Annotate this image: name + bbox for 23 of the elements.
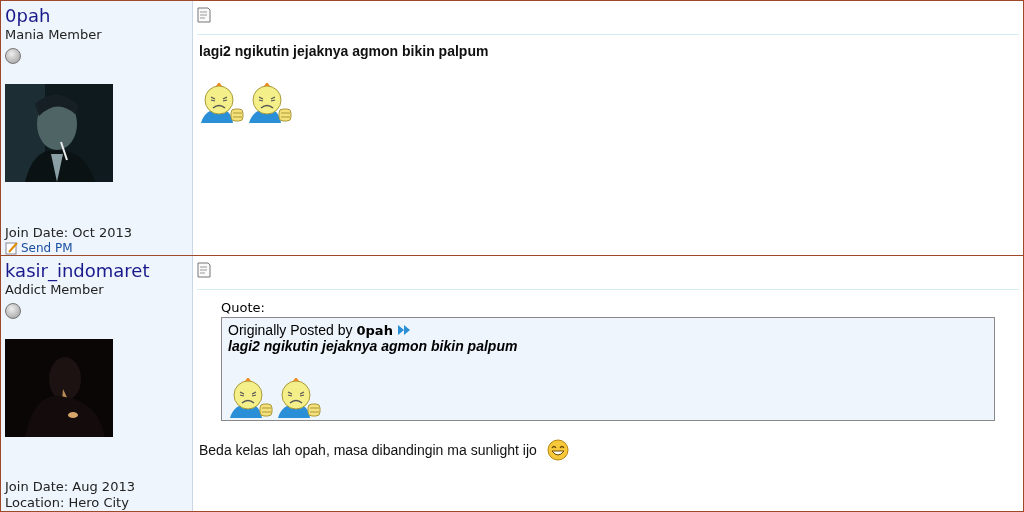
grinning-face-icon [546,439,569,461]
thumbs-down-face-icon [247,83,295,123]
post-text: Beda kelas lah opah, masa dibandingin ma sunlight ijo [199,442,537,458]
view-post-icon[interactable] [396,324,411,336]
user-rank: Addict Member [5,282,104,297]
user-detail: Join Date: Oct 2013 [5,225,133,241]
document-icon [197,262,211,278]
username-link[interactable]: kasir_indomaret [5,260,150,282]
send-pm-link[interactable]: Send PM [5,241,73,255]
thumbs-down-face-icon [199,83,247,123]
quote-author: 0pah [356,322,393,338]
thumbs-down-face-icon [228,378,276,418]
pencil-note-icon [5,241,19,255]
username-link[interactable]: 0pah [5,5,51,27]
post-text: lagi2 ngikutin jejaknya agmon bikin palpum [199,43,489,59]
document-icon [197,7,211,23]
quote-label: Quote: [221,300,266,315]
user-detail: Join Date: Aug 2013 [5,479,135,495]
user-detail: Location: Hero City [5,495,129,511]
quote-attribution: Originally Posted by [228,322,353,338]
quote-text: lagi2 ngikutin jejaknya agmon bikin palpum [228,338,519,354]
user-rank: Mania Member [5,27,102,42]
thumbs-down-face-icon [276,378,324,418]
